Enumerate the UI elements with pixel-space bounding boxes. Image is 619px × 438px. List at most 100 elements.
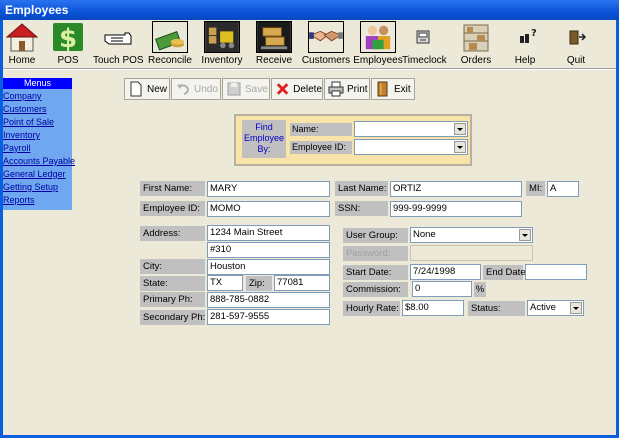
exit-door-icon (377, 81, 388, 97)
find-employee-panel: Find Employee By: Name: Employee ID: (234, 114, 472, 166)
commission-field[interactable]: 0 (412, 281, 472, 297)
ssn-field[interactable]: 999-99-9999 (390, 201, 522, 217)
sidebar-header: Menus (3, 78, 72, 89)
city-field[interactable]: Houston (207, 259, 330, 275)
status-label: Status: (468, 301, 525, 316)
print-button[interactable]: Print (324, 78, 370, 100)
toolbar-home-button[interactable]: Home (3, 20, 41, 68)
chevron-down-icon[interactable] (454, 141, 466, 153)
commission-percent-label: % (474, 282, 486, 297)
state-label: State: (140, 276, 205, 291)
help-icon: ? (520, 28, 537, 43)
password-label: Password: (343, 246, 408, 261)
primary-phone-field[interactable]: 888-785-0882 (207, 292, 330, 308)
undo-button[interactable]: Undo (171, 78, 221, 100)
address-line2-field[interactable]: #310 (207, 242, 330, 258)
chevron-down-icon[interactable] (454, 123, 466, 135)
window-title: Employees (0, 0, 619, 20)
toolbar-orders-button[interactable]: Orders (451, 20, 501, 68)
toolbar-employees-button[interactable]: Employees (353, 20, 403, 68)
ssn-label: SSN: (335, 201, 388, 216)
find-employee-title: Find Employee By: (242, 120, 286, 158)
chevron-down-icon[interactable] (519, 229, 531, 241)
clock-icon (416, 30, 430, 44)
toolbar-label: Touch POS (93, 55, 144, 66)
toolbar-quit-button[interactable]: Quit (553, 20, 599, 68)
find-name-label: Name: (290, 123, 352, 136)
hourly-rate-field[interactable]: $8.00 (402, 300, 464, 316)
pointing-hand-icon (104, 32, 132, 45)
toolbar-label: POS (57, 55, 79, 66)
toolbar-separator (3, 68, 616, 70)
last-name-label: Last Name: (335, 181, 388, 196)
save-button[interactable]: Save (222, 78, 270, 100)
start-date-label: Start Date: (343, 265, 408, 280)
toolbar-label: Receive (255, 55, 293, 66)
primary-phone-label: Primary Ph: (140, 292, 205, 307)
toolbar-reconcile-button[interactable]: Reconcile (145, 20, 195, 68)
user-group-label: User Group: (343, 228, 408, 243)
exit-button[interactable]: Exit (371, 78, 415, 100)
middle-initial-field[interactable]: A (547, 181, 579, 197)
last-name-field[interactable]: ORTIZ (390, 181, 522, 197)
people-icon (360, 21, 396, 53)
toolbar-label: Employees (353, 55, 403, 66)
first-name-label: First Name: (140, 181, 205, 196)
end-date-field[interactable] (525, 264, 587, 280)
undo-button-label: Undo (194, 83, 218, 95)
sidebar-item-payroll[interactable]: Payroll (3, 143, 31, 153)
find-id-label: Employee ID: (290, 141, 352, 154)
end-date-label: End Date (483, 265, 526, 280)
toolbar-label: Help (514, 55, 536, 66)
start-date-field[interactable]: 7/24/1998 (410, 264, 481, 280)
hourly-rate-label: Hourly Rate: (343, 301, 400, 316)
toolbar-label: Customers (301, 55, 351, 66)
delete-button[interactable]: Delete (271, 78, 323, 100)
employee-id-field[interactable]: MOMO (207, 201, 330, 217)
sidebar-item-inventory[interactable]: Inventory (3, 130, 40, 140)
sidebar-item-accounts-payable[interactable]: Accounts Payable (3, 156, 75, 166)
forklift-icon (204, 21, 240, 53)
middle-initial-label: MI: (526, 181, 545, 196)
new-button-label: New (147, 83, 168, 95)
city-label: City: (140, 259, 205, 274)
toolbar-timeclock-button[interactable]: Timeclock (402, 20, 447, 68)
delete-button-label: Delete (293, 83, 322, 95)
app-window: Employees Home $ POS Touch POS Reconcile… (0, 0, 619, 438)
find-name-select[interactable] (354, 121, 468, 137)
svg-text:?: ? (531, 28, 537, 39)
floppy-disk-icon (227, 82, 241, 96)
toolbar-label: Home (8, 55, 36, 66)
sidebar-item-customers[interactable]: Customers (3, 104, 47, 114)
sidebar-item-general-ledger[interactable]: General Ledger (3, 169, 66, 179)
find-id-select[interactable] (354, 139, 468, 155)
status-select[interactable]: Active (527, 300, 584, 316)
toolbar-label: Inventory (201, 55, 243, 66)
sidebar-item-company[interactable]: Company (3, 91, 42, 101)
toolbar-help-button[interactable]: ? Help (503, 20, 547, 68)
sidebar-item-getting-setup[interactable]: Getting Setup (3, 182, 58, 192)
toolbar-receive-button[interactable]: Receive (249, 20, 299, 68)
toolbar-pos-button[interactable]: $ POS (46, 20, 90, 68)
password-field[interactable] (410, 245, 533, 261)
sidebar-item-reports[interactable]: Reports (3, 195, 35, 205)
toolbar-touch-pos-button[interactable]: Touch POS (93, 20, 144, 68)
zip-field[interactable]: 77081 (274, 275, 330, 291)
zip-label: Zip: (246, 276, 272, 291)
handshake-icon (308, 21, 344, 53)
user-group-select[interactable]: None (410, 227, 533, 243)
new-button[interactable]: New (124, 78, 170, 100)
address-line1-field[interactable]: 1234 Main Street (207, 225, 330, 241)
toolbar-label: Orders (460, 55, 492, 66)
chevron-down-icon[interactable] (570, 302, 582, 314)
first-name-field[interactable]: MARY (207, 181, 330, 197)
secondary-phone-label: Secondary Ph: (140, 310, 205, 325)
toolbar-inventory-button[interactable]: Inventory (197, 20, 247, 68)
secondary-phone-field[interactable]: 281-597-9555 (207, 309, 330, 325)
printer-icon (328, 81, 344, 97)
state-field[interactable]: TX (207, 275, 243, 291)
undo-icon (177, 84, 190, 95)
sidebar-item-point-of-sale[interactable]: Point of Sale (3, 117, 54, 127)
boxes-icon (256, 21, 292, 53)
toolbar-customers-button[interactable]: Customers (301, 20, 351, 68)
